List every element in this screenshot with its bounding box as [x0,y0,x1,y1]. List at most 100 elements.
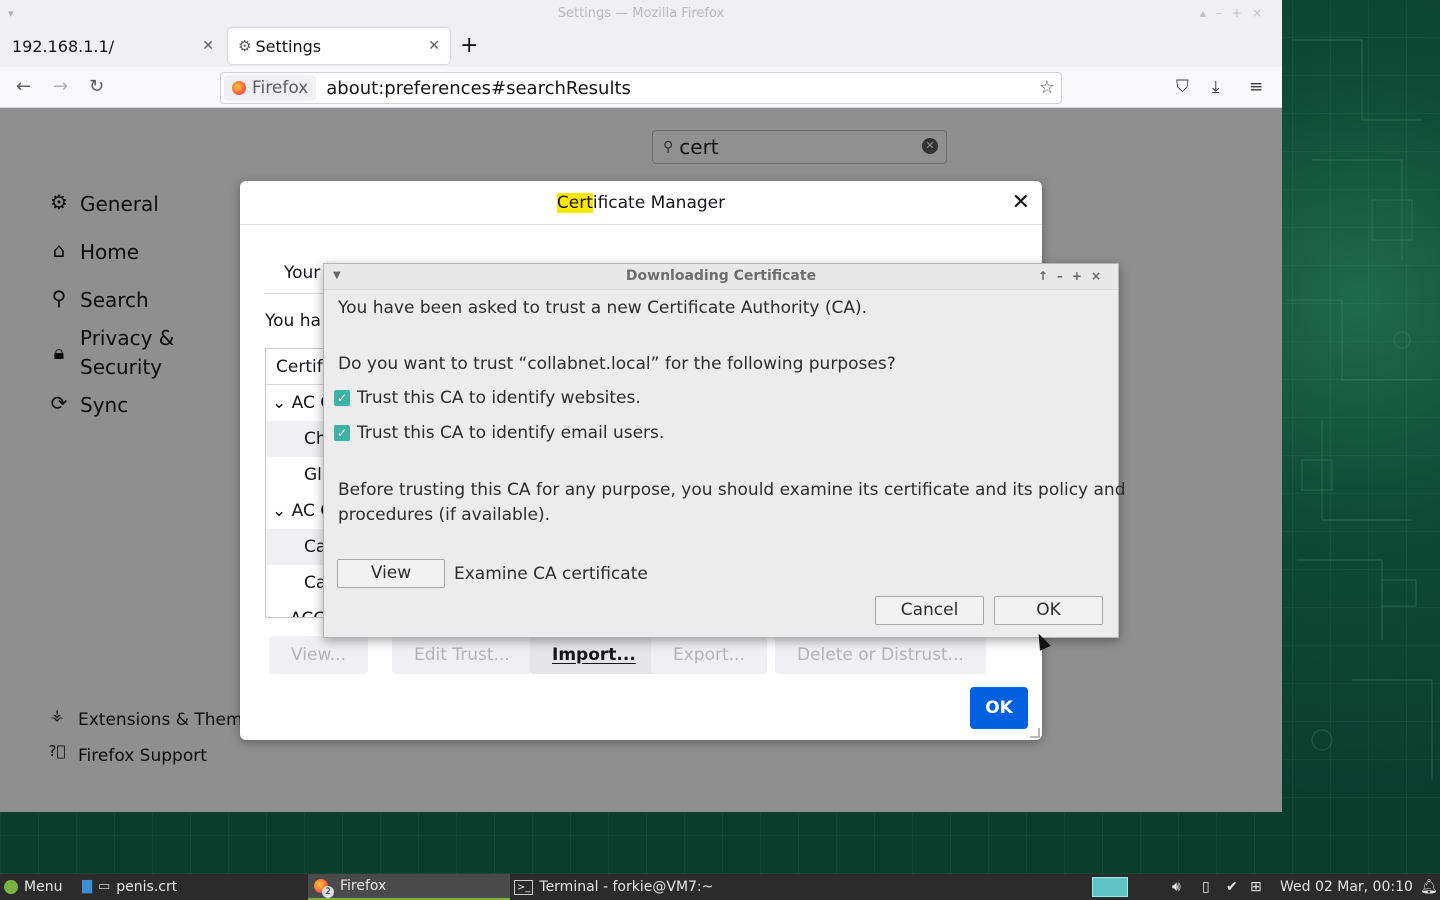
url-text[interactable]: about:preferences#searchResults [326,78,631,99]
tab-settings[interactable]: ⚙ Settings ✕ [228,28,450,64]
category-label: Privacy & [80,326,175,350]
trust-websites-checkbox[interactable]: ✓ Trust this CA to identify websites. [334,388,641,408]
category-search[interactable]: ⚲ Search [46,286,149,315]
wallpaper-circuit [1282,0,1440,874]
import-button[interactable]: Import... [530,636,658,674]
clock[interactable]: Wed 02 Mar, 00:10 [1280,874,1413,900]
mint-logo-icon [4,880,18,894]
identity-label: Firefox [252,78,309,98]
search-value: cert [679,135,719,159]
taskbar-firefox-label: Firefox [340,878,387,894]
title-highlight: Cert [556,193,593,213]
file-icon: ▭ [98,879,111,894]
ok-button[interactable]: OK [994,596,1103,625]
category-home[interactable]: ⌂ Home [46,238,139,267]
chevron-down-icon[interactable]: ⌄ [272,393,292,413]
export-button[interactable]: Export... [651,636,767,674]
network-icon[interactable]: ⊞ [1250,874,1262,900]
window-count-badge: 2 [322,886,334,898]
url-bar[interactable]: Firefox about:preferences#searchResults … [220,72,1062,104]
pocket-icon[interactable]: ⛉ [1176,77,1189,97]
checkmark-icon[interactable]: ✓ [334,390,350,406]
edit-trust-button[interactable]: Edit Trust... [392,636,532,674]
lock-icon: 🔒︎ [53,340,65,364]
taskbar-file-item[interactable]: ▇ ▭ penis.crt [82,874,177,900]
tab-your-certificates[interactable]: Your [284,263,320,283]
window-menu-icon[interactable]: ▾ [8,0,14,27]
category-label: Sync [80,393,129,417]
start-menu-button[interactable]: Menu [4,874,62,900]
gear-icon: ⚙ [238,37,252,55]
bookmark-star-icon[interactable]: ☆ [1039,77,1055,98]
checkmark-icon[interactable]: ✓ [334,425,350,441]
clear-search-icon[interactable]: ✕ [922,138,938,154]
window-title: Settings — Mozilla Firefox [557,6,725,21]
volume-icon[interactable]: 🔊︎ [1172,874,1181,900]
terminal-icon: >_ [514,879,534,895]
updates-check-icon[interactable]: ✔ [1226,874,1238,900]
reload-icon[interactable]: ↻ [89,76,104,97]
view-certificate-button[interactable]: View [337,559,445,588]
navigation-toolbar: ← → ↻ Firefox about:preferences#searchRe… [0,67,1282,108]
firefox-support-link[interactable]: ?⃝ Firefox Support [48,742,207,771]
delete-distrust-button[interactable]: Delete or Distrust... [775,636,986,674]
hamburger-menu-icon[interactable]: ≡ [1249,77,1263,97]
close-tab-icon[interactable]: ✕ [202,38,214,54]
extensions-themes-link[interactable]: ⚶ Extensions & Themes [48,706,262,735]
taskbar-terminal-item[interactable]: >_ Terminal - forkie@VM7:~ [514,874,713,900]
view-certificate-label: Examine CA certificate [454,564,648,584]
close-tab-icon[interactable]: ✕ [428,38,440,54]
category-label: General [80,192,159,216]
puzzle-icon: ⚶ [50,706,64,724]
category-general[interactable]: ⚙ General [46,190,159,219]
tab-router[interactable]: 192.168.1.1/ ✕ [2,27,224,65]
gear-icon: ⚙ [50,190,68,214]
tab-label: 192.168.1.1/ [12,36,115,56]
dialog-titlebar: ▼ Downloading Certificate ↑–+× [324,264,1118,290]
ok-button[interactable]: OK [970,687,1028,729]
footer-label: Firefox Support [78,746,207,766]
home-icon: ⌂ [52,238,66,262]
taskbar-firefox-item[interactable]: 2 Firefox [308,874,510,900]
notifications-bell-icon[interactable]: 🔔︎ [1420,874,1438,900]
title-rest: ificate Manager [592,193,726,213]
category-sync[interactable]: ⟳ Sync [46,391,129,420]
trust-email-checkbox[interactable]: ✓ Trust this CA to identify email users. [334,423,664,443]
identity-box[interactable]: Firefox [224,75,317,101]
taskbar-file-label: penis.crt [116,879,178,895]
view-button[interactable]: View... [269,636,368,674]
window-controls[interactable]: ▴–+× [1200,0,1272,27]
dialog-question: Do you want to trust “collabnet.local” f… [338,354,896,374]
window-menu-icon[interactable]: ▼ [333,264,341,288]
battery-icon[interactable]: ▯ [1202,874,1210,900]
dialog-title: Downloading Certificate [625,268,817,284]
certificate-manager-title: Certificate Manager [240,181,1042,225]
category-label-line2: Security [80,355,163,379]
sync-icon: ⟳ [50,391,68,415]
chevron-down-icon[interactable]: ⌄ [272,501,292,521]
forward-icon[interactable]: → [53,76,68,97]
new-tab-icon[interactable]: + [460,33,478,58]
taskbar: Menu ▇ ▭ penis.crt 2 Firefox >_ Terminal… [0,874,1440,900]
downloading-certificate-dialog: ▼ Downloading Certificate ↑–+× You have … [323,263,1126,638]
dialog-advice: Before trusting this CA for any purpose,… [338,480,1126,500]
search-icon: ⚲ [51,286,67,310]
resize-grip-icon[interactable] [1030,728,1040,738]
downloads-icon[interactable]: ⤓ [1212,77,1220,97]
desktop-icon: ▇ [82,879,92,894]
checkbox-label: Trust this CA to identify websites. [357,388,641,408]
dialog-message: You have been asked to trust a new Certi… [338,298,868,318]
back-icon[interactable]: ← [16,76,31,97]
preferences-search-input[interactable]: ⚲ cert ✕ [652,130,947,164]
cancel-button[interactable]: Cancel [875,596,984,625]
tab-strip: 192.168.1.1/ ✕ ⚙ Settings ✕ + [0,27,1282,67]
category-privacy[interactable]: 🔒︎ Privacy & Security [46,324,175,382]
close-icon[interactable]: ✕ [1012,190,1030,215]
workspace-switcher[interactable] [1092,877,1128,897]
menu-label: Menu [24,879,63,895]
help-icon: ?⃝ [48,742,66,760]
window-titlebar: ▾ Settings — Mozilla Firefox ▴–+× [0,0,1282,27]
category-label: Home [80,240,140,264]
window-controls[interactable]: ↑–+× [1038,264,1110,288]
taskbar-terminal-label: Terminal - forkie@VM7:~ [539,879,714,895]
